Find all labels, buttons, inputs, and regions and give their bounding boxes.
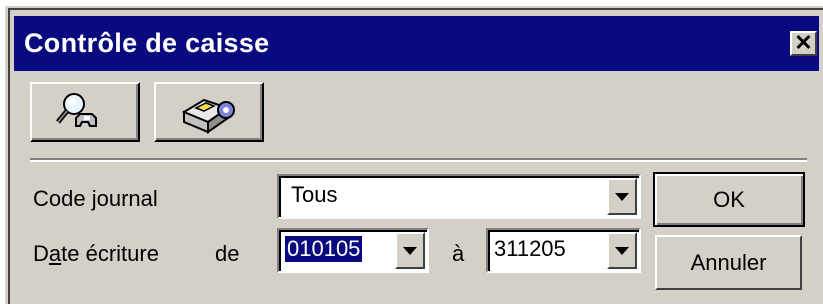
date-from-combobox[interactable]: 010105: [277, 228, 429, 273]
frame-edge: [8, 8, 10, 304]
separator: [30, 160, 807, 162]
title-bar[interactable]: Contrôle de caisse ✕: [14, 16, 819, 71]
search-icon: [56, 93, 97, 127]
date-label: Date écriture: [33, 241, 159, 266]
date-from-value: 010105: [285, 236, 363, 262]
cancel-button[interactable]: Annuler: [655, 235, 802, 290]
journal-combobox[interactable]: Tous: [277, 174, 641, 219]
cash-register-button[interactable]: [154, 82, 264, 142]
frame-edge: [5, 10, 823, 14]
search-tool-button[interactable]: [30, 82, 140, 142]
chevron-down-icon[interactable]: [607, 232, 637, 269]
ok-button[interactable]: OK: [653, 172, 805, 227]
dialog-window: Contrôle de caisse ✕ Code journal Tous D…: [0, 0, 823, 304]
date-from-label: de: [215, 241, 240, 266]
chevron-down-icon[interactable]: [607, 178, 637, 215]
date-to-label: à: [452, 241, 465, 266]
close-button[interactable]: ✕: [790, 31, 817, 56]
close-icon: ✕: [794, 30, 813, 55]
frame-edge: [0, 0, 823, 6]
date-to-combobox[interactable]: 311205: [486, 228, 641, 273]
cash-register-icon: [181, 98, 235, 134]
date-to-value: 311205: [494, 236, 566, 261]
frame-edge: [8, 8, 823, 10]
journal-label: Code journal: [33, 186, 158, 211]
window-title: Contrôle de caisse: [24, 28, 270, 58]
journal-value: Tous: [291, 182, 338, 207]
chevron-down-icon[interactable]: [395, 232, 425, 269]
